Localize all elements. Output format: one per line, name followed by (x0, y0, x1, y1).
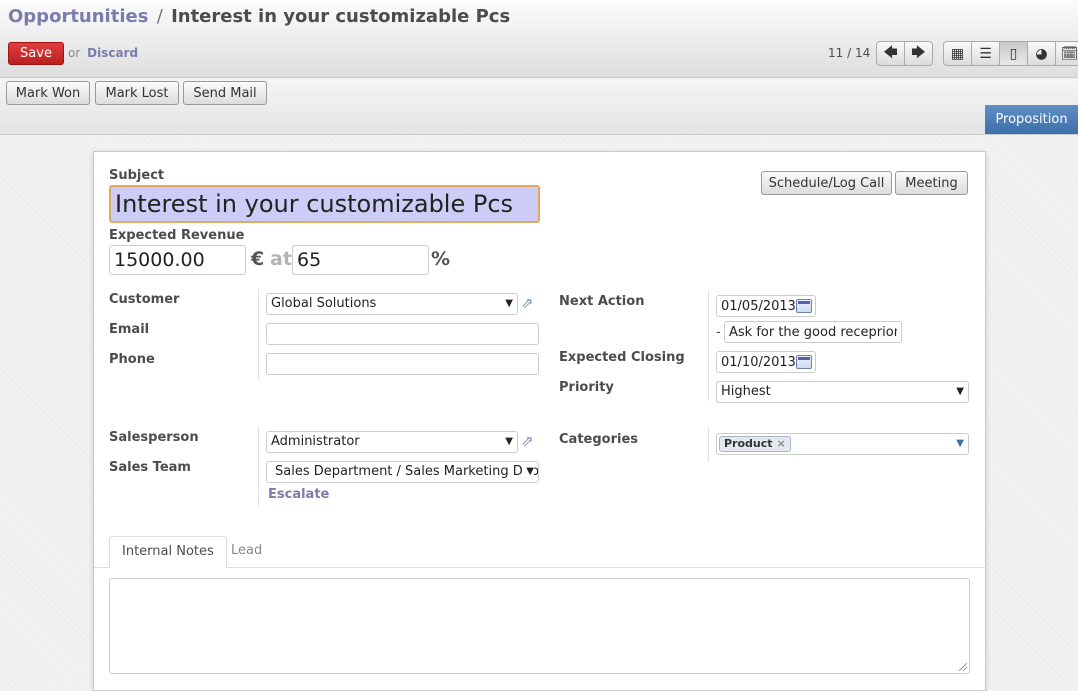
tab-lead[interactable]: Lead (219, 536, 274, 568)
view-switcher: ▦ ☰ ▯ ◕ 🗓 (943, 41, 1078, 66)
field-divider (258, 426, 259, 506)
graph-view-button[interactable]: ◕ (1027, 41, 1056, 66)
next-action-label: Next Action (559, 294, 645, 309)
field-divider (708, 291, 709, 401)
next-action-text-input[interactable] (724, 321, 902, 343)
currency-symbol: € (251, 248, 265, 270)
schedule-log-call-button[interactable]: Schedule/Log Call (761, 171, 892, 195)
customer-label: Customer (109, 292, 180, 307)
expected-revenue-label: Expected Revenue (109, 228, 245, 243)
arrow-left-icon: 🡄 (883, 44, 898, 61)
email-field[interactable] (266, 323, 539, 345)
salesperson-value: Administrator (271, 434, 360, 449)
or-label: or (68, 46, 81, 60)
salesperson-select[interactable]: Administrator ▼ (266, 431, 518, 453)
send-mail-button[interactable]: Send Mail (183, 81, 267, 105)
chevron-down-icon: ▼ (956, 438, 964, 449)
calendar-view-button[interactable]: 🗓 (1055, 41, 1078, 66)
customer-value: Global Solutions (271, 296, 377, 311)
email-label: Email (109, 322, 150, 337)
priority-value: Highest (721, 384, 771, 399)
next-action-dash: - (716, 325, 721, 340)
discard-area: or Discard (68, 46, 138, 60)
calendar-view-icon: 🗓 (1060, 45, 1078, 62)
chevron-down-icon: ▼ (505, 436, 513, 447)
external-link-icon[interactable]: ⇗ (521, 434, 539, 449)
graph-view-icon: ◕ (1035, 45, 1048, 62)
form-view-button[interactable]: ▯ (999, 41, 1028, 66)
phone-field[interactable] (266, 353, 539, 375)
external-link-icon[interactable]: ⇗ (521, 296, 539, 311)
internal-notes-textarea[interactable] (109, 578, 970, 674)
percent-symbol: % (431, 248, 451, 270)
category-tag: Product × (719, 436, 791, 452)
breadcrumb-current: Interest in your customizable Pcs (171, 6, 511, 27)
breadcrumb-parent-link[interactable]: Opportunities (8, 6, 148, 27)
status-bar: Mark Won Mark Lost Send Mail Proposition (0, 78, 1078, 135)
field-divider (258, 289, 259, 379)
discard-link[interactable]: Discard (87, 46, 138, 60)
priority-label: Priority (559, 380, 614, 395)
sales-team-label: Sales Team (109, 460, 191, 475)
kanban-view-icon: ▦ (950, 45, 965, 62)
sales-team-value: Sales Department / Sales Marketing Depar… (275, 464, 538, 479)
remove-tag-icon[interactable]: × (777, 437, 786, 450)
pager-count: 11 / 14 (828, 46, 871, 60)
expected-revenue-input[interactable] (109, 245, 246, 275)
sales-team-select[interactable]: Sales Department / Sales Marketing Depar… (266, 461, 539, 483)
calendar-icon[interactable] (796, 299, 812, 313)
category-tag-label: Product (724, 437, 773, 450)
meeting-button[interactable]: Meeting (895, 171, 968, 195)
list-view-button[interactable]: ☰ (971, 41, 1000, 66)
phone-label: Phone (109, 352, 155, 367)
stage-proposition[interactable]: Proposition (985, 105, 1078, 134)
tab-internal-notes[interactable]: Internal Notes (109, 536, 227, 568)
expected-closing-label: Expected Closing (559, 350, 685, 365)
chevron-down-icon: ▼ (505, 298, 513, 309)
subject-input[interactable] (109, 185, 540, 223)
probability-input[interactable] (292, 245, 429, 275)
calendar-icon[interactable] (796, 355, 812, 369)
breadcrumb-separator: / (156, 6, 163, 27)
chevron-down-icon: ▼ (956, 386, 964, 397)
escalate-link[interactable]: Escalate (268, 487, 329, 502)
mark-lost-button[interactable]: Mark Lost (95, 81, 179, 105)
pager-buttons: 🡄 🡆 (876, 41, 933, 66)
chevron-down-icon: ▼ (522, 462, 534, 482)
kanban-view-button[interactable]: ▦ (943, 41, 972, 66)
customer-select[interactable]: Global Solutions ▼ (266, 293, 518, 315)
mark-won-button[interactable]: Mark Won (6, 81, 90, 105)
form-view-icon: ▯ (1009, 45, 1018, 62)
salesperson-label: Salesperson (109, 430, 199, 445)
form-sheet: Subject Schedule/Log Call Meeting Expect… (93, 151, 987, 691)
subject-label: Subject (109, 168, 165, 183)
list-view-icon: ☰ (979, 45, 992, 62)
breadcrumb: Opportunities / Interest in your customi… (8, 6, 510, 27)
save-button[interactable]: Save (8, 42, 64, 65)
categories-label: Categories (559, 432, 639, 447)
form-header: Opportunities / Interest in your customi… (0, 0, 1078, 78)
previous-record-button[interactable]: 🡄 (876, 41, 905, 66)
resize-handle-icon[interactable] (959, 663, 967, 671)
field-divider (708, 428, 709, 462)
priority-select[interactable]: Highest ▼ (716, 381, 969, 403)
next-record-button[interactable]: 🡆 (904, 41, 933, 66)
at-label: at (270, 248, 292, 270)
arrow-right-icon: 🡆 (911, 44, 926, 61)
